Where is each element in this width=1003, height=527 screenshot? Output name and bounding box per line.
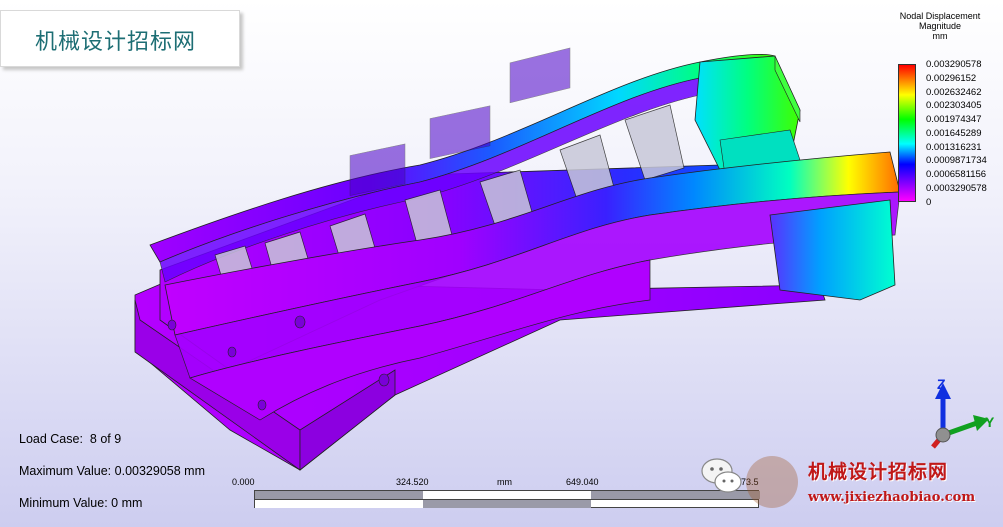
scale-label: 324.520 <box>396 477 429 487</box>
scale-unit: mm <box>497 477 512 487</box>
brand-banner: 机械设计招标网 <box>0 10 240 67</box>
load-case-value: 8 of 9 <box>89 432 122 446</box>
scale-label: 0.000 <box>232 477 255 487</box>
min-value-readout: Minimum Value: 0 mm <box>19 496 142 510</box>
legend-tick: 0.002303405 <box>926 100 982 111</box>
legend-tick: 0.00296152 <box>926 73 977 84</box>
legend-tick: 0.001645289 <box>926 128 982 139</box>
watermark-stamp <box>746 456 798 508</box>
legend-colorbar <box>898 64 916 202</box>
watermark-url: www.jixiezhaobiao.com <box>808 490 976 505</box>
fea-model-view[interactable] <box>0 0 1003 527</box>
max-value-readout: Maximum Value: 0.00329058 mm <box>19 464 205 478</box>
axis-triad[interactable]: Z Y <box>915 375 1001 455</box>
z-axis-label: Z <box>937 376 946 392</box>
min-value-label: Minimum Value: <box>19 496 108 510</box>
scale-bar <box>254 490 760 508</box>
triad-origin <box>935 427 951 443</box>
load-case-label: Load Case: <box>19 432 83 446</box>
legend-tick: 0.001316231 <box>926 142 982 153</box>
legend-title-line: Nodal Displacement <box>899 11 981 21</box>
max-value: 0.00329058 mm <box>114 464 205 478</box>
legend-tick: 0.002632462 <box>926 87 982 98</box>
legend-title: Nodal Displacement Magnitude mm <box>880 11 1000 41</box>
brand-title: 机械设计招标网 <box>35 30 197 55</box>
min-value: 0 mm <box>111 496 143 510</box>
watermark-text: 机械设计招标网 <box>808 461 949 483</box>
wechat-icon <box>701 458 742 493</box>
load-case-readout: Load Case: 8 of 9 <box>19 432 121 446</box>
legend-tick: 0.001974347 <box>926 114 982 125</box>
legend-tick: 0 <box>926 197 932 208</box>
legend-tick: 0.0003290578 <box>926 183 987 194</box>
max-value-label: Maximum Value: <box>19 464 112 478</box>
legend-title-line: Magnitude <box>918 21 962 31</box>
scale-label: 649.040 <box>566 477 599 487</box>
legend-tick: 0.0009871734 <box>926 155 987 166</box>
legend-tick: 0.0006581156 <box>926 169 987 180</box>
y-axis-label: Y <box>985 414 995 430</box>
legend-title-line: mm <box>932 31 948 41</box>
legend-tick: 0.003290578 <box>926 59 982 70</box>
